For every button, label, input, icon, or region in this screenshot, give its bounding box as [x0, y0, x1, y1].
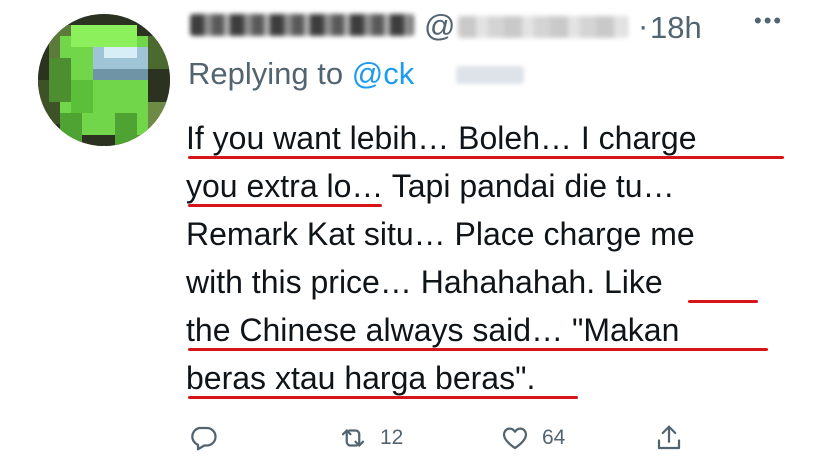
reply-icon [191, 426, 217, 451]
separator-dot: · [638, 8, 649, 43]
retweet-count: 12 [380, 426, 404, 449]
tweet-text-line: beras xtau harga beras". [186, 360, 536, 396]
share-icon [657, 425, 681, 450]
retweet-button[interactable]: 12 [338, 420, 403, 456]
red-underline [688, 300, 758, 303]
replying-label: Replying to [188, 56, 352, 91]
display-name-redacted[interactable] [190, 14, 414, 36]
timestamp[interactable]: 18h [650, 10, 702, 46]
replying-handle[interactable]: @ck [352, 56, 414, 91]
tweet: @ · 18h ••• Replying to @ck If you want … [0, 0, 828, 461]
reply-button[interactable] [188, 420, 218, 456]
red-underline [188, 156, 784, 159]
handle-prefix: @ [424, 8, 456, 43]
like-button[interactable]: 64 [500, 420, 565, 456]
replying-handle-redacted [456, 66, 524, 84]
tweet-text-line: If you want lebih… Boleh… I charge [186, 120, 697, 156]
more-dots-icon[interactable]: ••• [754, 8, 783, 34]
avatar[interactable] [38, 14, 170, 146]
handle-redacted[interactable] [458, 16, 628, 38]
tweet-header: @ · 18h ••• [188, 4, 808, 46]
red-underline [188, 204, 382, 207]
heart-icon [502, 427, 528, 450]
share-button[interactable] [654, 420, 684, 456]
red-underline [188, 348, 768, 351]
red-underline [188, 396, 578, 399]
tweet-actions: 12 64 [188, 420, 708, 456]
tweet-text-line: Remark Kat situ… Place charge me [186, 216, 695, 252]
retweet-icon [341, 429, 365, 447]
tweet-text-line: you extra lo… Tapi pandai die tu… [186, 168, 675, 204]
tweet-text-line: with this price… Hahahahah. Like [186, 264, 663, 300]
tweet-text-line: the Chinese always said… "Makan [186, 312, 680, 348]
replying-to: Replying to @ck [188, 56, 414, 92]
like-count: 64 [542, 426, 566, 449]
